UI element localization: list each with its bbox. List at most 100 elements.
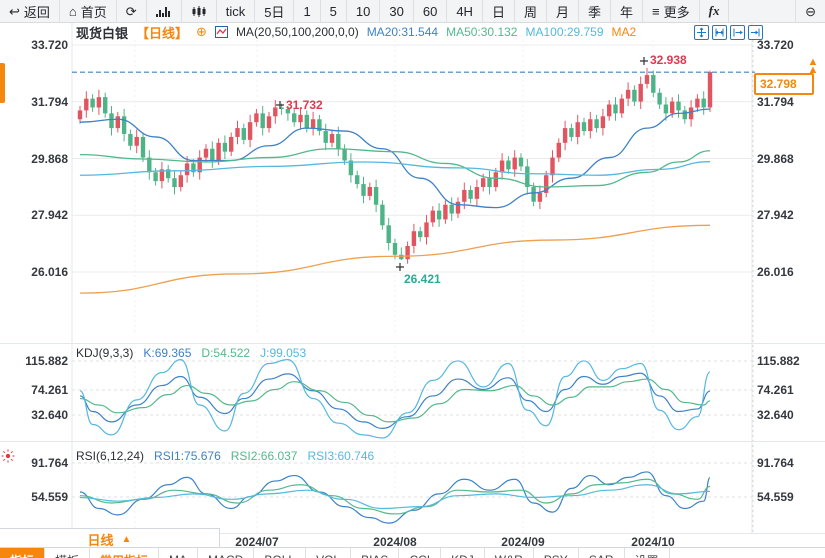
candle-body [305,115,309,128]
interval-year[interactable]: 年 [611,0,643,22]
period-selector[interactable]: 日线 ▲ [0,528,220,549]
candle-body [594,119,598,128]
interval-week[interactable]: 周 [515,0,547,22]
candle-body [216,143,220,161]
tab-CCI[interactable]: CCI [399,548,441,558]
candlestick-button[interactable] [182,0,217,22]
pane-controls [694,25,763,40]
candle-body [689,107,693,119]
candle-body [342,149,346,161]
candle-body [172,178,176,187]
candle-body [607,105,611,117]
candle-body [557,143,561,158]
interval-5d[interactable]: 5日 [255,0,294,22]
pan-right-icon[interactable] [730,25,745,40]
candle-body [204,149,208,158]
interval-5[interactable]: 5 [321,0,347,22]
rsi-header: RSI(6,12,24) RSI1:75.676 RSI2:66.037 RSI… [76,449,374,463]
candle-body [632,90,636,102]
interval-5d-label: 5日 [264,2,284,21]
kdj-title: KDJ(9,3,3) [76,346,133,360]
tab-SAR[interactable]: SAR [579,548,625,558]
interval-tick[interactable]: tick [217,0,256,22]
line-chart-icon [156,5,172,18]
tab-常用指标[interactable]: 常用指标 [90,548,159,558]
refresh-button[interactable]: ⟳ [117,0,147,22]
tab-模板[interactable]: 模板 [45,548,90,558]
candle-body [298,115,302,122]
candle-body [695,99,699,108]
tab-W&R[interactable]: W&R [485,548,534,558]
candle-body [355,175,359,184]
go-to-latest-icon[interactable] [748,25,763,40]
zoom-out-button[interactable]: ⊖ [795,0,825,22]
live-indicator-icon[interactable] [1,449,15,468]
candle-body [311,119,315,128]
drawer-handle[interactable] [0,63,5,103]
candle-body [418,231,422,237]
candle-body [261,113,265,128]
interval-day[interactable]: 日 [483,0,515,22]
tab-VOL[interactable]: VOL [306,548,351,558]
rsi-title: RSI(6,12,24) [76,449,144,463]
candle-body [393,243,397,255]
candle-body [683,110,687,119]
candle-body [84,99,88,111]
interval-10-label: 10 [356,4,370,19]
trading-chart-app: { "toolbar": { "items": [ {"name":"back-… [0,0,825,558]
home-button[interactable]: ⌂首页 [60,0,117,22]
tab-指标[interactable]: 指标 [0,548,45,558]
tab-MA[interactable]: MA [159,548,198,558]
interval-week-label: 周 [524,2,537,21]
candle-body [122,116,126,134]
crosshair-move-icon[interactable] [694,25,709,40]
candle-body [242,128,246,140]
back-button-label: 返回 [24,2,50,21]
candle-body [494,172,498,187]
interval-10[interactable]: 10 [347,0,380,22]
candle-body [387,225,391,243]
candle-body [380,205,384,226]
more-button[interactable]: ≡更多 [643,0,700,22]
candle-body [210,149,214,161]
back-button[interactable]: ↩返回 [0,0,60,22]
add-indicator-icon[interactable]: ⊕ [196,24,207,40]
candle-body [450,205,454,214]
interval-60[interactable]: 60 [414,0,447,22]
ma50-value: MA50:30.132 [446,25,517,39]
candle-body [620,99,624,114]
tab-设置[interactable]: 设置 [625,548,670,558]
current-price-tag[interactable]: 32.798 [754,73,814,95]
candle-body [431,211,435,223]
candle-body [613,105,617,114]
candle-body [645,75,649,84]
candle-body [229,137,233,152]
tab-KDJ[interactable]: KDJ [441,548,485,558]
candle-body [462,190,466,202]
tab-MACD[interactable]: MACD [198,548,254,558]
interval-1[interactable]: 1 [294,0,320,22]
candle-body [153,172,157,181]
tab-BIAS[interactable]: BIAS [351,548,399,558]
fx-button[interactable]: fx [700,0,730,22]
interval-30[interactable]: 30 [380,0,413,22]
price-up-arrow-icon: ▲▲ [806,58,820,74]
candle-body [273,107,277,116]
more-button-icon: ≡ [652,5,660,18]
interval-month[interactable]: 月 [547,0,579,22]
high-annotation: 32.938 [650,53,687,67]
tab-BOLL[interactable]: BOLL [254,548,306,558]
indicator-tab-bar: 指标模板常用指标MAMACDBOLLVOLBIASCCIKDJW&RPSYSAR… [0,547,825,558]
candle-body [639,84,643,102]
candle-body [267,116,271,128]
candle-body [437,211,441,220]
interval-quarter[interactable]: 季 [579,0,611,22]
chart-canvas[interactable]: 32.93831.73226.421 [0,22,825,558]
line-chart-button[interactable] [147,0,182,22]
rsi2-value: RSI2:66.037 [231,449,298,463]
tab-PSY[interactable]: PSY [534,548,579,558]
candle-body [116,116,120,128]
interval-4h[interactable]: 4H [447,0,483,22]
candle-body [651,75,655,93]
fit-x-axis-icon[interactable] [712,25,727,40]
